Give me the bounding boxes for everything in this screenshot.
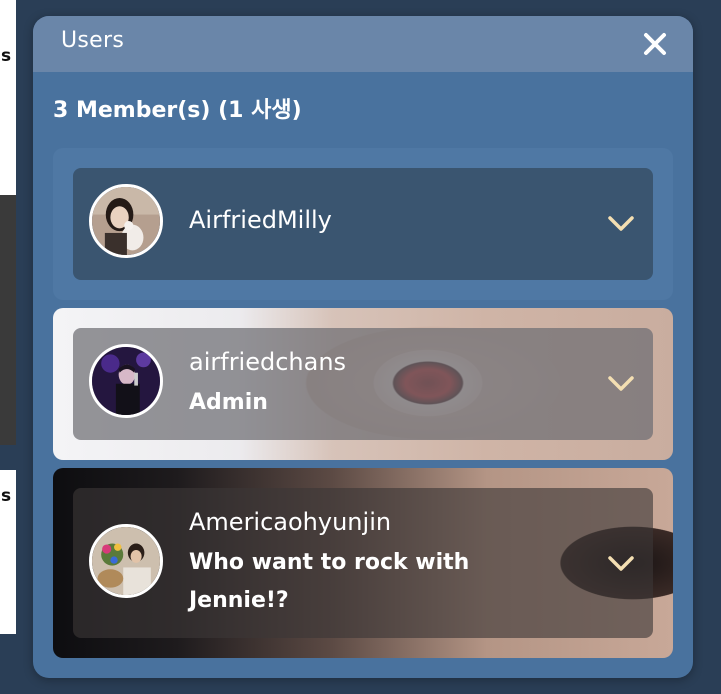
background-panel: s bbox=[0, 470, 16, 556]
close-button[interactable] bbox=[639, 28, 671, 60]
member-row[interactable]: AirfriedMilly bbox=[73, 168, 653, 280]
modal-header: Users bbox=[33, 16, 693, 72]
background-panel: s bbox=[0, 0, 16, 90]
member-card: AirfriedMilly bbox=[53, 148, 673, 300]
member-role: Admin bbox=[189, 390, 268, 415]
member-row[interactable]: airfriedchans Admin bbox=[73, 328, 653, 440]
avatar bbox=[89, 184, 163, 258]
member-count: 3 Member(s) (1 사생) bbox=[53, 98, 302, 123]
avatar-image bbox=[92, 347, 160, 415]
background-letter: s bbox=[1, 486, 12, 506]
close-icon bbox=[644, 33, 666, 55]
member-username: Americaohyunjin bbox=[189, 508, 392, 536]
avatar bbox=[89, 344, 163, 418]
member-username: airfriedchans bbox=[189, 348, 347, 376]
modal-title: Users bbox=[61, 28, 125, 53]
chevron-down-icon bbox=[608, 216, 634, 231]
member-card: airfriedchans Admin bbox=[53, 308, 673, 460]
background-panel bbox=[0, 90, 16, 195]
chevron-down-icon bbox=[608, 556, 634, 571]
expand-button[interactable] bbox=[607, 374, 635, 394]
background-image bbox=[0, 195, 16, 445]
expand-button[interactable] bbox=[607, 214, 635, 234]
avatar bbox=[89, 524, 163, 598]
member-username: AirfriedMilly bbox=[189, 206, 332, 234]
avatar-image bbox=[92, 527, 160, 595]
member-row[interactable]: Americaohyunjin Who want to rock with Je… bbox=[73, 488, 653, 638]
member-card: Americaohyunjin Who want to rock with Je… bbox=[53, 468, 673, 658]
expand-button[interactable] bbox=[607, 554, 635, 574]
background-panel bbox=[0, 556, 16, 634]
chevron-down-icon bbox=[608, 376, 634, 391]
member-status: Who want to rock with Jennie!? bbox=[189, 550, 470, 613]
users-modal: Users 3 Member(s) (1 사생) AirfriedMilly a… bbox=[33, 16, 693, 678]
avatar-image bbox=[92, 187, 160, 255]
background-letter: s bbox=[1, 46, 12, 66]
